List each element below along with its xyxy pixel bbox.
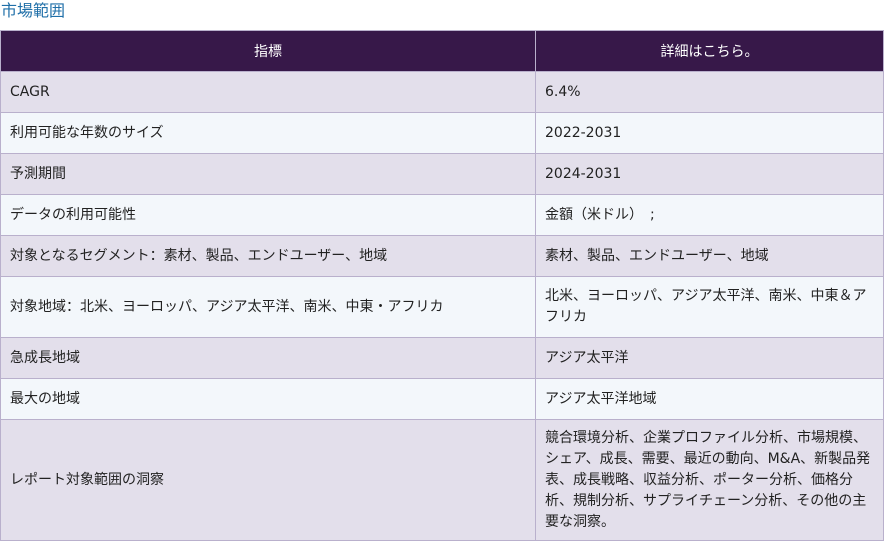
table-row: レポート対象範囲の洞察 競合環境分析、企業プロファイル分析、市場規模、シェア、成… — [0, 419, 884, 541]
row-label: レポート対象範囲の洞察 — [0, 419, 536, 541]
table-header-row: 指標 詳細はこちら。 — [0, 30, 884, 72]
market-scope-table: 指標 詳細はこちら。 CAGR 6.4% 利用可能な年数のサイズ 2022-20… — [0, 30, 884, 541]
row-value: 6.4% — [535, 71, 884, 113]
table-row: 急成長地域 アジア太平洋 — [0, 337, 884, 379]
table-row: 対象となるセグメント：素材、製品、エンドユーザー、地域 素材、製品、エンドユーザ… — [0, 235, 884, 277]
row-label: 急成長地域 — [0, 337, 536, 379]
table-row: 予測期間 2024-2031 — [0, 153, 884, 195]
row-value: アジア太平洋地域 — [535, 378, 884, 420]
table-row: 最大の地域 アジア太平洋地域 — [0, 378, 884, 420]
row-value: アジア太平洋 — [535, 337, 884, 379]
row-label: 対象地域：北米、ヨーロッパ、アジア太平洋、南米、中東・アフリカ — [0, 276, 536, 338]
row-label: データの利用可能性 — [0, 194, 536, 236]
table-row: 対象地域：北米、ヨーロッパ、アジア太平洋、南米、中東・アフリカ 北米、ヨーロッパ… — [0, 276, 884, 338]
row-value: 競合環境分析、企業プロファイル分析、市場規模、シェア、成長、需要、最近の動向、M… — [535, 419, 884, 541]
row-label: 利用可能な年数のサイズ — [0, 112, 536, 154]
row-label: 予測期間 — [0, 153, 536, 195]
row-label: CAGR — [0, 71, 536, 113]
table-row: CAGR 6.4% — [0, 71, 884, 113]
table-row: 利用可能な年数のサイズ 2022-2031 — [0, 112, 884, 154]
table-row: データの利用可能性 金額（米ドル） ; — [0, 194, 884, 236]
row-value: 金額（米ドル） ; — [535, 194, 884, 236]
column-header-metric: 指標 — [0, 30, 536, 72]
row-value: 2024-2031 — [535, 153, 884, 195]
row-value: 北米、ヨーロッパ、アジア太平洋、南米、中東＆アフリカ — [535, 276, 884, 338]
row-value: 素材、製品、エンドユーザー、地域 — [535, 235, 884, 277]
section-heading: 市場範囲 — [1, 1, 66, 20]
row-label: 対象となるセグメント：素材、製品、エンドユーザー、地域 — [0, 235, 536, 277]
column-header-details: 詳細はこちら。 — [535, 30, 884, 72]
row-label: 最大の地域 — [0, 378, 536, 420]
row-value: 2022-2031 — [535, 112, 884, 154]
